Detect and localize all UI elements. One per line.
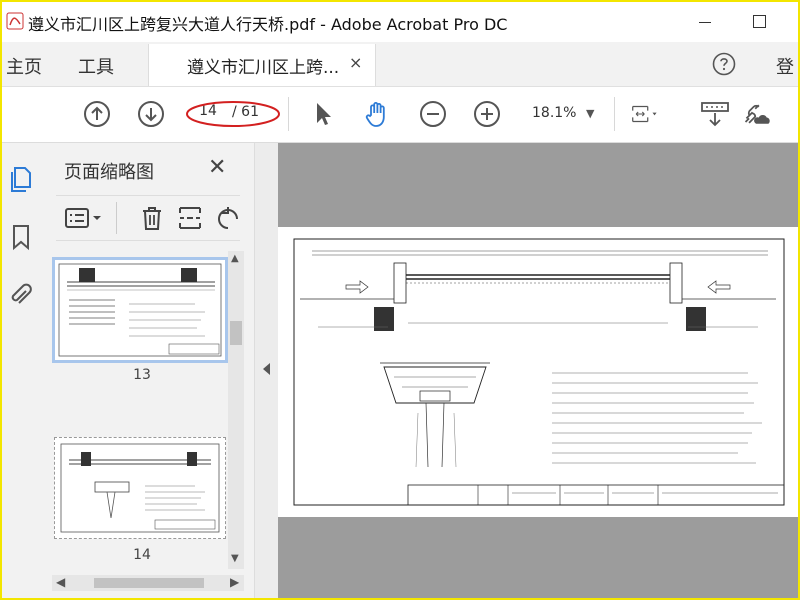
bookmark-icon[interactable] (8, 223, 34, 251)
rotate-icon[interactable] (214, 204, 242, 232)
scrollbar-thumb[interactable] (230, 321, 242, 345)
thumbnail-page-number: 14 (133, 547, 151, 563)
close-icon[interactable]: ✕ (208, 155, 226, 180)
scroll-up-icon[interactable]: ▲ (231, 253, 239, 264)
tab-document[interactable]: 遵义市汇川区上跨... × (148, 44, 376, 86)
maximize-button[interactable] (744, 8, 776, 36)
document-view[interactable] (278, 143, 798, 598)
panel-collapse-strip[interactable] (254, 143, 279, 598)
tab-tools[interactable]: 工具 (78, 53, 114, 79)
thumbnail-toolbar (56, 195, 240, 241)
attachment-icon[interactable] (8, 281, 34, 309)
navigation-rail (2, 143, 45, 598)
scroll-right-icon[interactable]: ▶ (230, 575, 239, 589)
acrobat-app-icon (6, 12, 24, 30)
thumbnail-horizontal-scrollbar[interactable]: ◀ ▶ (52, 575, 244, 591)
page-thumbnails-icon[interactable] (8, 165, 34, 193)
scroll-down-icon[interactable]: ▼ (231, 553, 239, 564)
page-thumbnail-13[interactable] (52, 257, 228, 363)
arrow-down-circle-icon[interactable] (136, 99, 166, 129)
page-thumbnail-14[interactable] (54, 437, 226, 539)
scrollbar-thumb[interactable] (94, 578, 204, 588)
toolbar: 14 / 61 18.1% ▼ (2, 87, 798, 143)
minus-circle-icon[interactable] (418, 99, 448, 129)
red-ellipse-annotation (186, 101, 280, 127)
options-menu-icon[interactable] (64, 204, 104, 232)
link-cloud-icon[interactable] (742, 99, 772, 129)
thumbnail-vertical-scrollbar[interactable]: ▲ ▼ (228, 251, 244, 569)
tab-home[interactable]: 主页 (6, 53, 42, 79)
download-icon[interactable] (700, 99, 730, 129)
app-window: 遵义市汇川区上跨复兴大道人行天桥.pdf - Adobe Acrobat Pro… (0, 0, 800, 600)
zoom-dropdown-icon[interactable]: ▼ (586, 107, 594, 120)
window-title: 遵义市汇川区上跨复兴大道人行天桥.pdf - Adobe Acrobat Pro… (28, 15, 508, 34)
minimize-button[interactable] (690, 8, 722, 36)
delete-icon[interactable] (138, 204, 166, 232)
hand-icon[interactable] (362, 99, 392, 129)
scroll-left-icon[interactable]: ◀ (56, 575, 65, 589)
toolbar-separator (116, 202, 117, 234)
cursor-arrow-icon[interactable] (308, 99, 338, 129)
plus-circle-icon[interactable] (472, 99, 502, 129)
extract-pages-icon[interactable] (176, 204, 204, 232)
thumbnail-list: 13 14 (52, 251, 228, 571)
sign-in-link[interactable]: 登 (776, 53, 794, 79)
arrow-up-circle-icon[interactable] (82, 99, 112, 129)
toolbar-separator (288, 97, 289, 131)
document-tab-label: 遵义市汇川区上跨... (187, 58, 340, 78)
thumbnail-page-number: 13 (133, 367, 151, 383)
collapse-arrow-icon[interactable] (263, 363, 270, 375)
menu-bar: 主页 工具 遵义市汇川区上跨... × 登 (2, 42, 798, 87)
toolbar-separator (614, 97, 615, 131)
thumbnails-panel-title: 页面缩略图 (64, 162, 154, 183)
fit-page-icon[interactable] (630, 99, 660, 129)
title-bar: 遵义市汇川区上跨复兴大道人行天桥.pdf - Adobe Acrobat Pro… (2, 2, 798, 42)
thumbnails-panel: 页面缩略图 ✕ 13 14 ▲ ▼ ◀ ▶ (44, 143, 254, 598)
document-tab-close-icon[interactable]: × (349, 53, 362, 72)
help-icon[interactable] (712, 52, 736, 76)
pdf-page-drawing (278, 227, 798, 517)
zoom-level[interactable]: 18.1% (532, 105, 576, 121)
